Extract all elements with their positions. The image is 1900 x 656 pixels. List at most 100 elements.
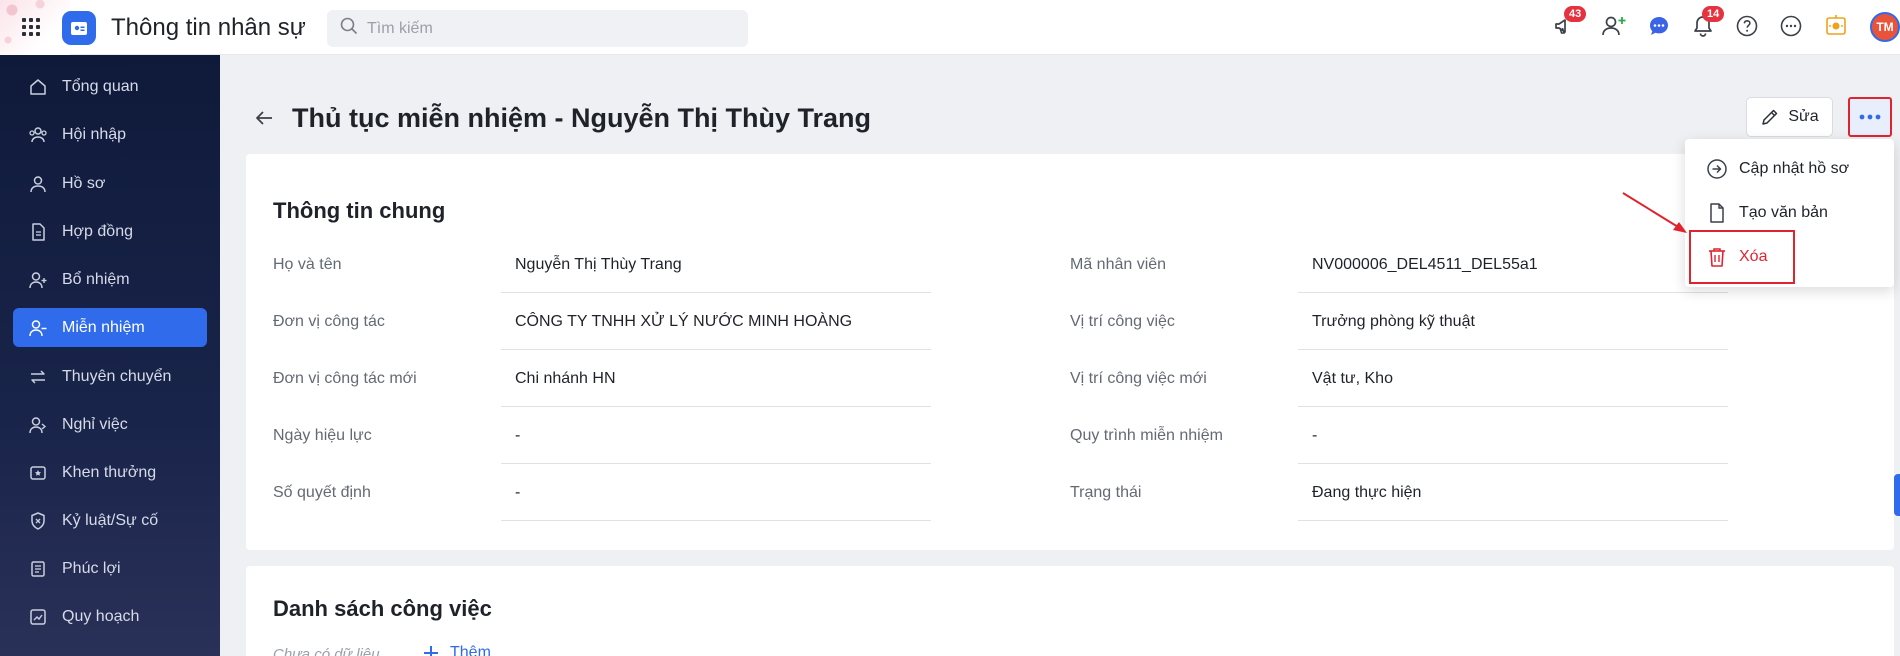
sidebar-item-label: Thuyên chuyển [62,367,172,385]
sidebar-item-label: Hồ sơ [62,174,106,192]
more-apps-button[interactable] [1777,14,1805,42]
chat-button[interactable] [1645,14,1673,42]
add-task-button[interactable]: Thêm [422,644,491,656]
announcement-badge: 43 [1564,6,1587,22]
label-full-name: Họ và tên [273,256,342,273]
empty-state-text: Chưa có dữ liệu [273,646,380,656]
document-icon [28,222,48,242]
sidebar-item-ky-luat[interactable]: Kỷ luật/Sự cố [13,501,207,540]
label-new-job-position: Vị trí công việc mới [1070,370,1207,387]
back-arrow-icon[interactable] [250,104,278,132]
theme-button[interactable] [1822,14,1850,42]
plan-icon [28,607,48,627]
menu-item-label: Cập nhật hồ sơ [1739,160,1850,177]
label-decision-number: Số quyết định [273,484,371,501]
user-avatar[interactable]: TM [1870,12,1900,42]
sidebar-item-label: Bổ nhiệm [62,270,130,288]
value-effective-date: - [501,424,931,464]
value-employee-code: NV000006_DEL4511_DEL55a1 [1298,253,1728,293]
label-new-work-unit: Đơn vị công tác mới [273,370,417,387]
sidebar: Tổng quan Hội nhập Hồ sơ Hợp đồng Bổ nhi… [0,55,220,656]
label-employee-code: Mã nhân viên [1070,256,1167,273]
transfer-icon [28,367,48,387]
sun-icon [1824,14,1848,43]
value-new-job-position: Vật tư, Kho [1298,367,1728,407]
annotation-highlight-box [1689,230,1795,284]
label-status: Trạng thái [1070,484,1142,501]
menu-item-label: Tạo văn bản [1739,204,1828,221]
sidebar-item-thuyen-chuyen[interactable]: Thuyên chuyển [13,357,207,396]
sidebar-item-label: Phúc lợi [62,559,121,577]
sidebar-item-mien-nhiem[interactable]: Miễn nhiệm [13,308,207,347]
label-job-position: Vị trí công việc [1070,313,1175,330]
team-icon [28,125,48,145]
value-work-unit: CÔNG TY TNHH XỬ LÝ NƯỚC MINH HOÀNG [501,310,931,350]
search-box[interactable] [327,10,748,47]
sidebar-item-hop-dong[interactable]: Hợp đồng [13,212,207,251]
notifications-button[interactable]: 14 [1689,6,1725,42]
value-decision-number: - [501,481,931,521]
edit-button[interactable]: Sửa [1746,97,1833,137]
sidebar-item-hoi-nhap[interactable]: Hội nhập [13,115,207,154]
value-job-position: Trưởng phòng kỹ thuật [1298,310,1728,350]
announcement-button[interactable]: 43 [1551,6,1587,42]
sidebar-item-label: Nghỉ việc [62,415,128,433]
user-add-icon [28,270,48,290]
help-icon [1735,14,1759,43]
sidebar-item-label: Miễn nhiệm [62,318,145,336]
sidebar-item-label: Hội nhập [62,125,127,143]
label-dismissal-process: Quy trình miễn nhiệm [1070,427,1223,444]
reward-icon [28,463,48,483]
sidebar-item-label: Quy hoạch [62,607,140,625]
label-work-unit: Đơn vị công tác [273,313,385,330]
label-effective-date: Ngày hiệu lực [273,427,372,444]
edit-button-label: Sửa [1788,108,1819,125]
sidebar-item-label: Khen thưởng [62,463,157,481]
app-title: Thông tin nhân sự [111,14,306,41]
annotation-arrow-icon [1622,192,1687,233]
user-remove-icon [28,318,48,338]
search-input[interactable] [367,19,727,38]
user-icon [28,174,48,194]
user-plus-icon [1601,14,1627,43]
value-full-name: Nguyễn Thị Thùy Trang [501,253,931,293]
app-logo [62,11,96,45]
value-new-work-unit: Chi nhánh HN [501,367,931,407]
pencil-icon [1760,107,1780,127]
sidebar-item-label: Tổng quan [62,77,139,95]
menu-item-create-document[interactable]: Tạo văn bản [1705,198,1828,228]
sidebar-item-bo-nhiem[interactable]: Bổ nhiệm [13,260,207,299]
top-bar: Thông tin nhân sự 43 14 [0,0,1900,55]
sidebar-item-phuc-loi[interactable]: Phúc lợi [13,549,207,588]
sidebar-item-label: Hợp đồng [62,222,133,240]
section-title-general: Thông tin chung [273,198,446,223]
user-leave-icon [28,415,48,435]
shield-icon [28,511,48,531]
sidebar-item-khen-thuong[interactable]: Khen thưởng [13,453,207,492]
sidebar-item-tong-quan[interactable]: Tổng quan [13,67,207,106]
more-horizontal-icon [1858,108,1882,126]
avatar-initials: TM [1876,20,1894,34]
app-grid-icon[interactable] [22,18,40,36]
add-task-label: Thêm [450,644,491,656]
sidebar-item-nghi-viec[interactable]: Nghỉ việc [13,405,207,444]
file-icon [1705,202,1729,224]
arrow-circle-right-icon [1705,158,1729,180]
sidebar-item-ho-so[interactable]: Hồ sơ [13,164,207,203]
page-title: Thủ tục miễn nhiệm - Nguyễn Thị Thùy Tra… [292,102,872,133]
more-circle-icon [1779,14,1803,43]
sidebar-item-label: Kỷ luật/Sự cố [62,511,159,529]
side-panel-tab[interactable] [1894,474,1900,516]
search-icon [339,16,359,41]
benefit-icon [28,559,48,579]
add-contact-button[interactable] [1600,14,1628,42]
value-status: Đang thực hiện [1298,481,1728,521]
more-actions-button[interactable] [1848,97,1892,137]
menu-item-update-profile[interactable]: Cập nhật hồ sơ [1705,154,1849,184]
task-list-card: Danh sách công việc Chưa có dữ liệu Thêm [246,566,1894,656]
notification-badge: 14 [1702,6,1725,22]
plus-icon [422,644,440,656]
help-button[interactable] [1733,14,1761,42]
value-dismissal-process: - [1298,424,1728,464]
sidebar-item-quy-hoach[interactable]: Quy hoạch [13,597,207,636]
